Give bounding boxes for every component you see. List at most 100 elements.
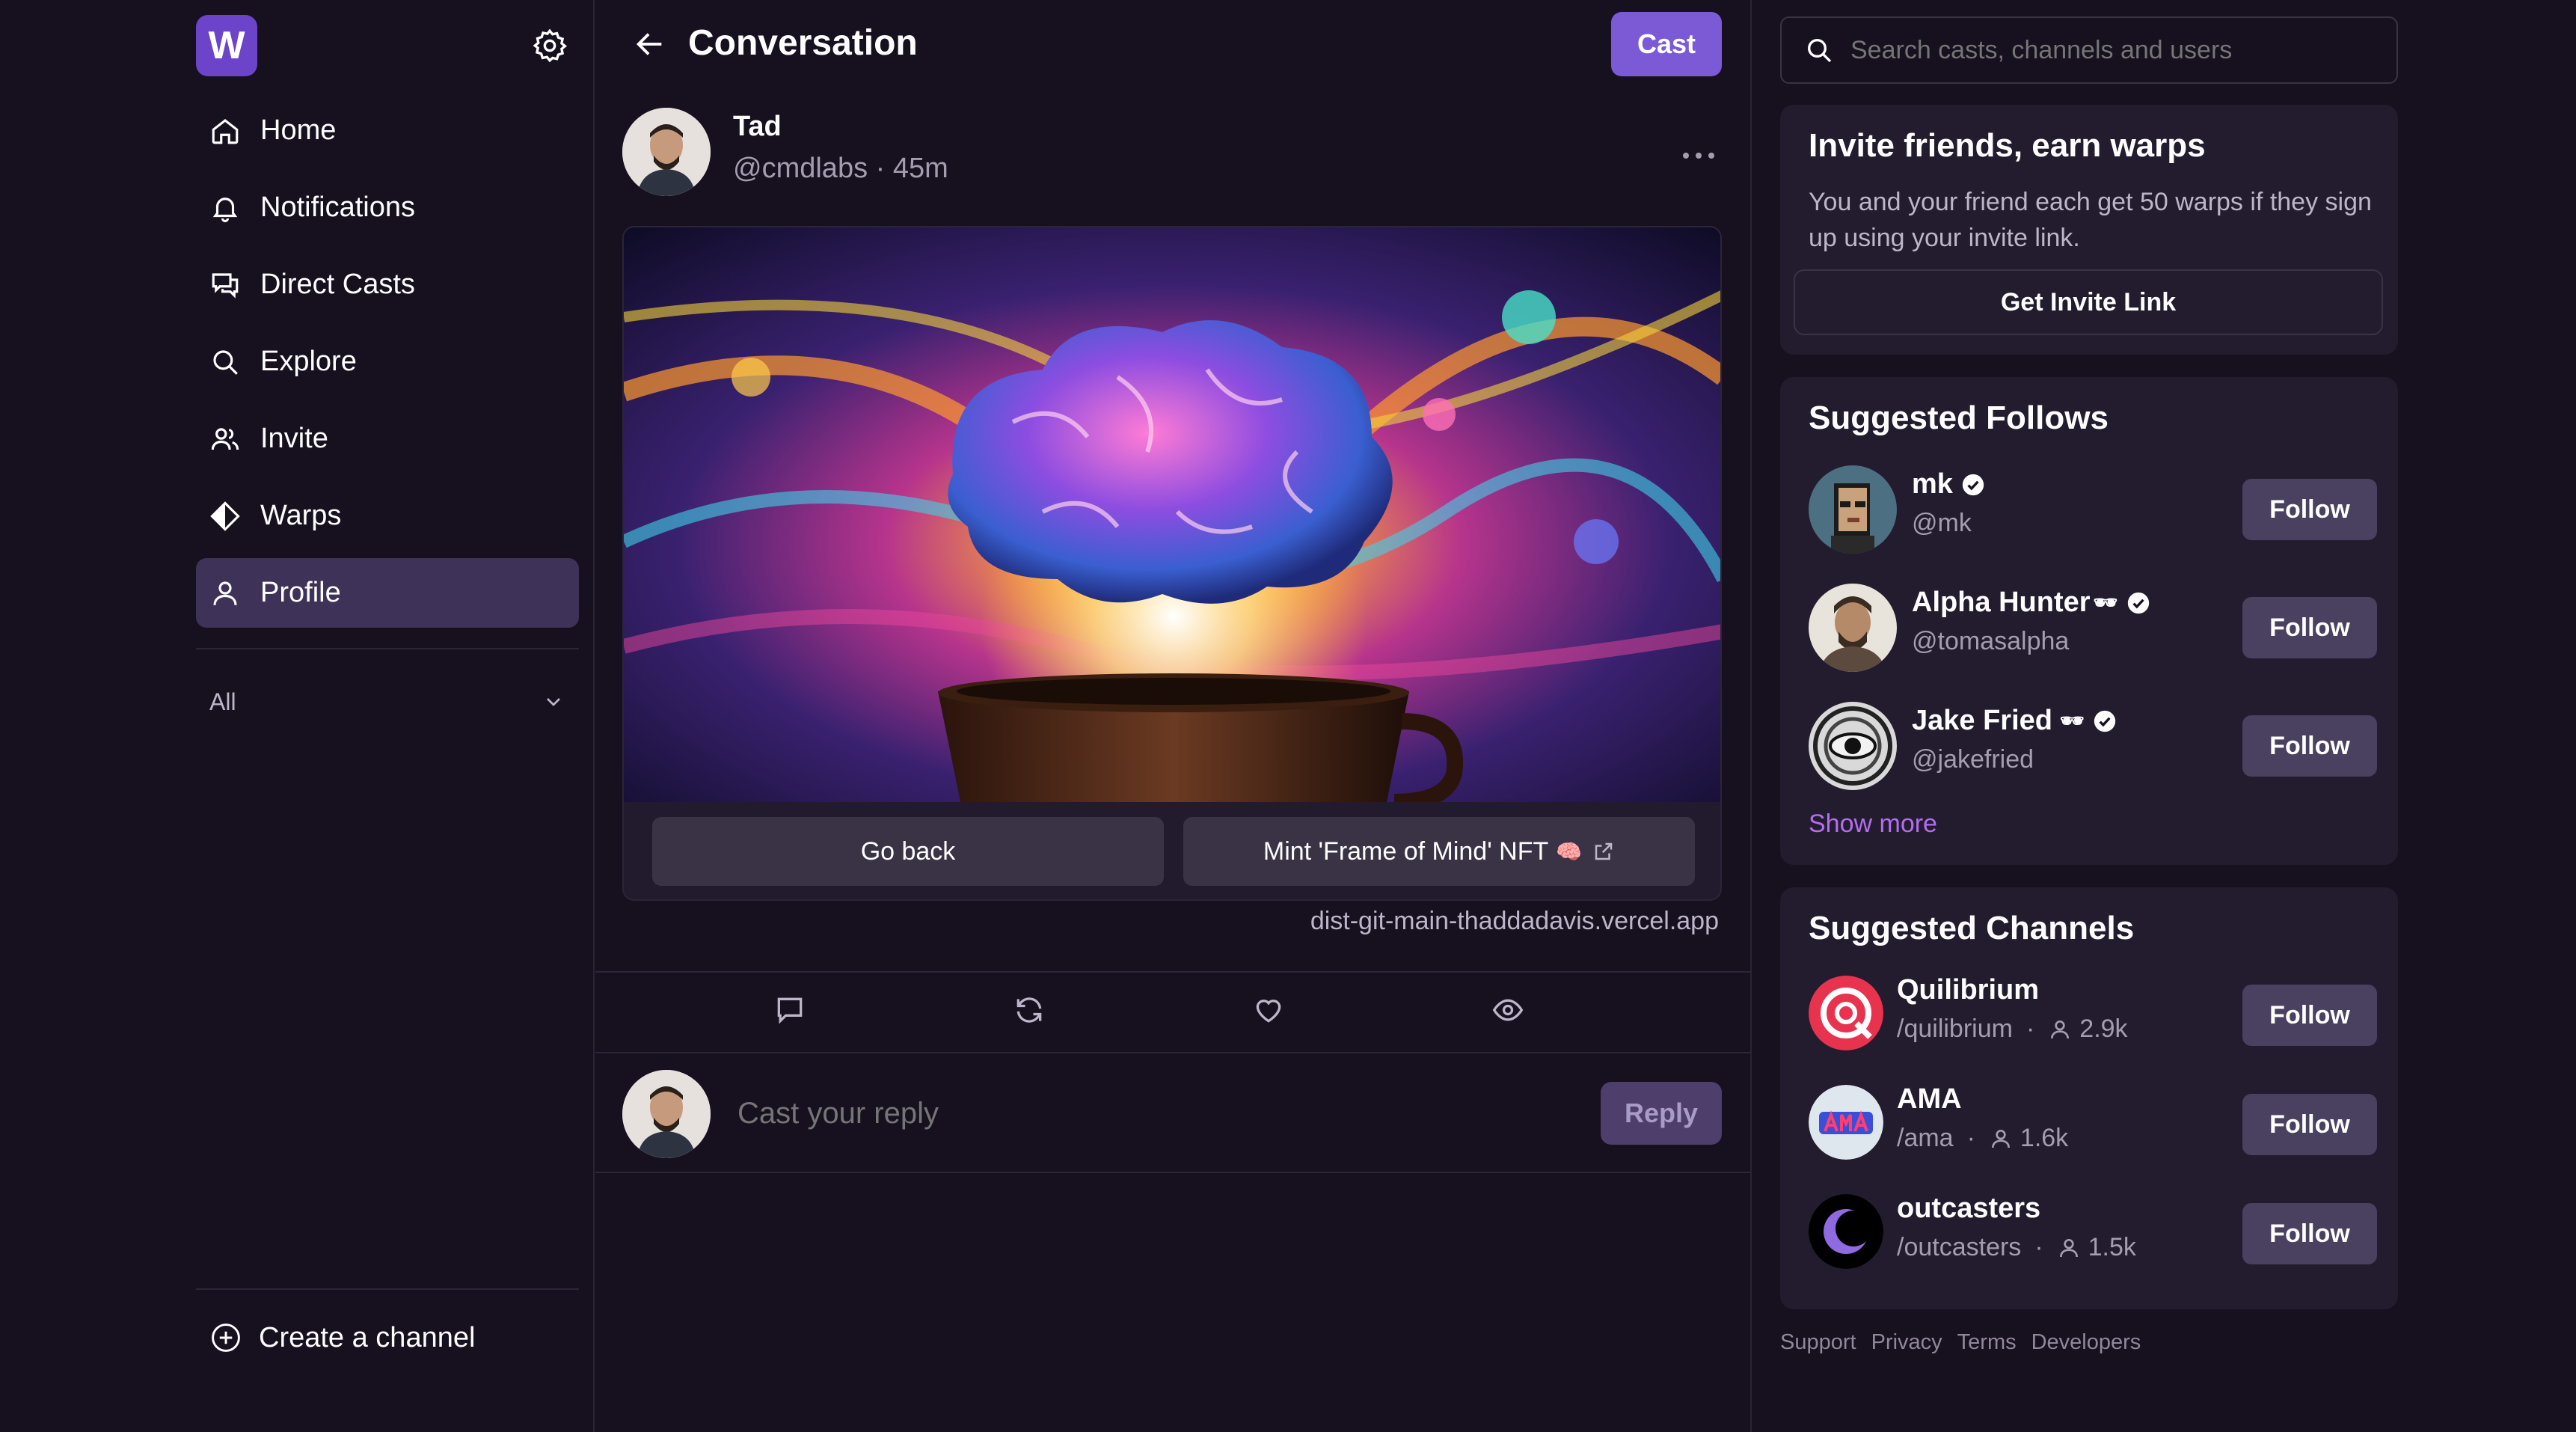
separator: · <box>1966 1124 1975 1152</box>
create-channel-label: Create a channel <box>259 1321 476 1353</box>
nav-label-direct-casts: Direct Casts <box>260 269 415 300</box>
search-icon <box>213 349 238 375</box>
invite-panel: Invite friends, earn warps You and your … <box>1780 105 2398 355</box>
sidebar-divider <box>196 648 579 649</box>
author-meta: @cmdlabs · 45m <box>733 153 948 184</box>
avatar-portrait <box>622 1070 711 1158</box>
follow-button[interactable]: Follow <box>2242 597 2377 658</box>
user-name[interactable]: mk <box>1912 468 1986 501</box>
nav-item-explore[interactable]: Explore <box>196 327 579 397</box>
user-name[interactable]: Alpha Hunter 🕶 <box>1912 587 2151 619</box>
suggested-channels-panel: Suggested Channels Quilibrium /quilibriu… <box>1780 887 2398 1309</box>
feed-filter-select[interactable]: All <box>196 673 579 730</box>
search-icon <box>1808 39 1832 63</box>
nav-label-profile: Profile <box>260 577 341 608</box>
nav-label-warps: Warps <box>260 500 342 531</box>
back-arrow-icon[interactable] <box>633 27 667 61</box>
channel-name[interactable]: outcasters <box>1897 1193 2040 1225</box>
warpcast-logo[interactable]: W <box>196 15 257 76</box>
separator: · <box>2034 1233 2043 1261</box>
app-root: W Home Notifications Direct Casts Explor… <box>0 0 2576 1432</box>
channel-meta: /outcasters · 1.5k <box>1897 1233 2136 1262</box>
channel-avatar[interactable] <box>1809 1194 1883 1269</box>
page-title: Conversation <box>688 23 918 63</box>
chevron-down-icon <box>547 698 560 706</box>
frame-button-go-back[interactable]: Go back <box>652 817 1164 886</box>
follow-button[interactable]: Follow <box>2242 1203 2377 1264</box>
gear-icon[interactable] <box>531 27 568 64</box>
verified-badge-icon <box>2127 592 2149 614</box>
get-invite-link-button[interactable]: Get Invite Link <box>1794 269 2383 335</box>
suggested-channels-title: Suggested Channels <box>1809 910 2135 946</box>
sunglasses-emoji: 🕶 <box>2093 591 2118 614</box>
author-name[interactable]: Tad <box>733 111 782 143</box>
search-bar[interactable] <box>1780 16 2398 84</box>
divider <box>595 1052 1752 1053</box>
channel-avatar[interactable] <box>1809 976 1883 1050</box>
author-avatar[interactable] <box>622 108 711 196</box>
channel-avatar[interactable] <box>1809 1085 1883 1160</box>
external-link-icon <box>1595 842 1613 860</box>
nav-item-invite[interactable]: Invite <box>196 404 579 474</box>
reply-input[interactable] <box>737 1092 1485 1134</box>
create-channel-button[interactable]: Create a channel <box>196 1306 579 1370</box>
channel-name[interactable]: Quilibrium <box>1897 974 2039 1006</box>
user-handle: @jakefried <box>1912 745 2034 774</box>
nav-item-profile[interactable]: Profile <box>196 558 579 628</box>
recast-icon[interactable] <box>1013 994 1046 1026</box>
user-name[interactable]: Jake Fried 🕶 <box>1912 705 2117 737</box>
frame-embed: Go back Mint 'Frame of Mind' NFT 🧠 <box>622 226 1722 901</box>
user-name-text: Alpha Hunter <box>1912 587 2091 618</box>
channel-meta: /quilibrium · 2.9k <box>1897 1015 2128 1044</box>
nav-item-warps[interactable]: Warps <box>196 481 579 551</box>
eye-icon[interactable] <box>1491 994 1524 1026</box>
suggested-follows-panel: Suggested Follows mk @mk Follow Alpha Hu… <box>1780 377 2398 865</box>
invite-title: Invite friends, earn warps <box>1809 127 2206 164</box>
user-avatar[interactable] <box>1809 584 1897 672</box>
follow-button[interactable]: Follow <box>2242 715 2377 777</box>
reply-button[interactable]: Reply <box>1601 1082 1722 1145</box>
comment-icon[interactable] <box>773 994 806 1026</box>
show-more-link[interactable]: Show more <box>1809 810 1937 839</box>
main-nav: Home Notifications Direct Casts Explore … <box>196 96 579 635</box>
suggested-follows-title: Suggested Follows <box>1809 400 2109 436</box>
nav-item-home[interactable]: Home <box>196 96 579 165</box>
avatar-pixel-art <box>1809 465 1897 554</box>
follow-button[interactable]: Follow <box>2242 985 2377 1046</box>
suggested-channel-row: AMA /ama · 1.6k Follow <box>1809 1080 2377 1170</box>
avatar-illustration <box>1809 584 1897 672</box>
footer-link-developers[interactable]: Developers <box>2031 1330 2141 1355</box>
footer-link-support[interactable]: Support <box>1780 1330 1856 1355</box>
avatar-eye-art <box>1809 702 1897 790</box>
nav-label-home: Home <box>260 114 337 146</box>
home-icon <box>212 118 239 144</box>
right-column: Invite friends, earn warps You and your … <box>1753 0 2576 1432</box>
cast-button[interactable]: Cast <box>1611 12 1722 76</box>
invite-description: You and your friend each get 50 warps if… <box>1809 188 2372 252</box>
user-avatar[interactable] <box>1809 702 1897 790</box>
footer-link-privacy[interactable]: Privacy <box>1871 1330 1942 1355</box>
nav-item-notifications[interactable]: Notifications <box>196 173 579 242</box>
user-handle: @tomasalpha <box>1912 627 2070 655</box>
channel-member-count: 1.6k <box>2020 1124 2069 1152</box>
outcasters-logo <box>1809 1194 1883 1269</box>
verified-badge-icon <box>1962 474 1984 495</box>
nav-label-invite: Invite <box>260 423 328 454</box>
suggested-user-row: Alpha Hunter 🕶 @tomasalpha Follow <box>1809 584 2377 673</box>
suggested-user-row: Jake Fried 🕶 @jakefried Follow <box>1809 702 2377 792</box>
channel-name[interactable]: AMA <box>1897 1083 1962 1116</box>
divider <box>595 971 1752 973</box>
frame-button-mint[interactable]: Mint 'Frame of Mind' NFT 🧠 <box>1183 817 1695 886</box>
user-avatar[interactable] <box>1809 465 1897 554</box>
heart-icon[interactable] <box>1252 994 1285 1026</box>
nav-item-direct-casts[interactable]: Direct Casts <box>196 250 579 319</box>
follow-button[interactable]: Follow <box>2242 1094 2377 1155</box>
footer-link-terms[interactable]: Terms <box>1957 1330 2017 1355</box>
frame-url[interactable]: dist-git-main-thaddadavis.vercel.app <box>1310 907 1719 936</box>
more-options-icon[interactable] <box>1680 147 1717 165</box>
frame-image[interactable] <box>624 227 1722 802</box>
channel-meta: /ama · 1.6k <box>1897 1124 2068 1153</box>
search-input[interactable] <box>1850 35 2374 65</box>
follow-button[interactable]: Follow <box>2242 479 2377 540</box>
left-sidebar: W Home Notifications Direct Casts Explor… <box>0 0 595 1432</box>
